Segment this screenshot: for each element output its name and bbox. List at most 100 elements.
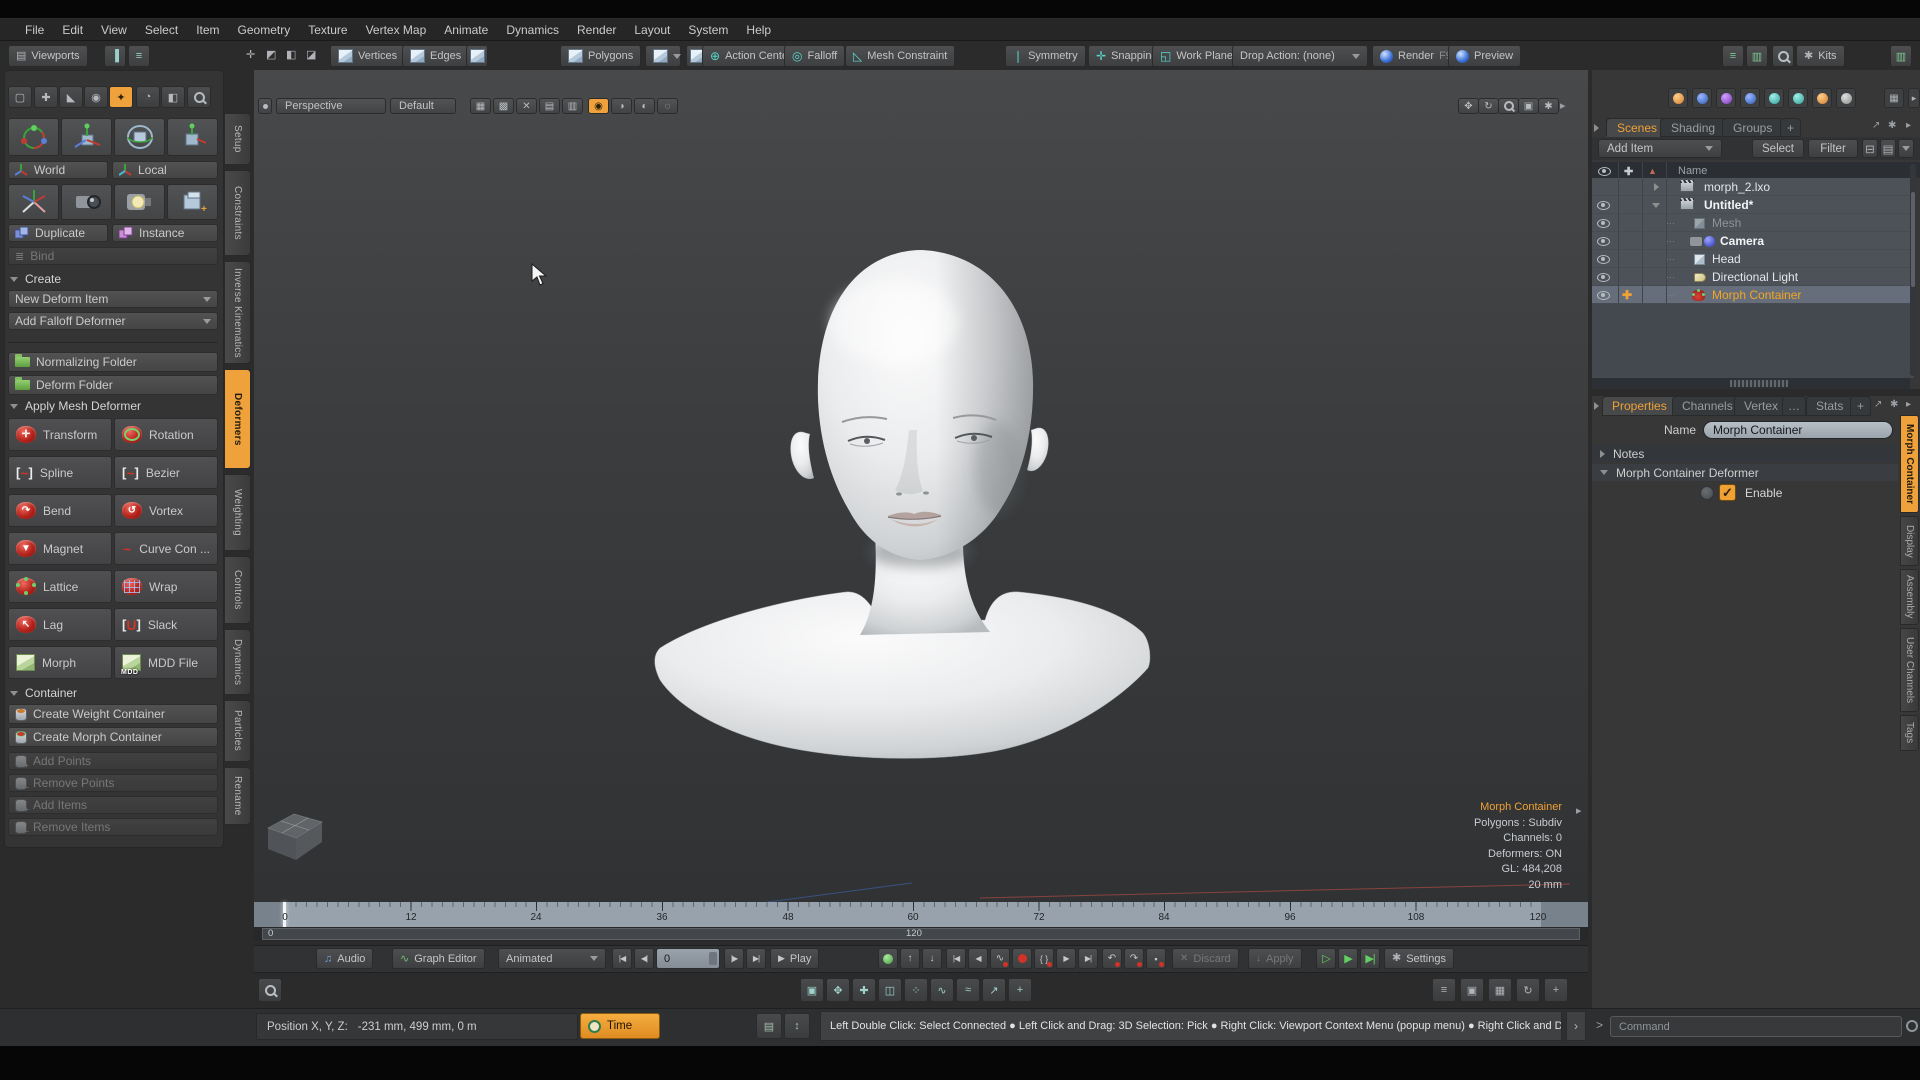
viewport-mode-dropdown[interactable]: Perspective <box>276 98 386 114</box>
mesh-ops-icon[interactable]: ▢ <box>8 86 32 108</box>
wrap-deformer-button[interactable]: Wrap <box>114 570 218 603</box>
menu-render[interactable]: Render <box>568 19 625 40</box>
next-frame-key-button[interactable]: ▶ <box>1056 948 1076 969</box>
notes-section[interactable]: Notes <box>1592 445 1898 462</box>
skeleton-tool-icon[interactable]: ✦ <box>109 86 133 108</box>
visibility-icon[interactable] <box>1597 290 1610 300</box>
symmetry-button[interactable]: ❘ Symmetry <box>1005 45 1086 67</box>
collapse-icon[interactable] <box>1652 202 1660 208</box>
shading-default-icon[interactable]: ◉ <box>588 98 609 114</box>
env-ball-icon[interactable] <box>1716 88 1736 108</box>
tab-overflow[interactable]: … <box>1782 396 1806 416</box>
timeline-range-bar[interactable]: 0 120 <box>254 927 1588 941</box>
tab-stats[interactable]: Stats <box>1806 396 1854 416</box>
panel-arrow-icon[interactable]: ▸ <box>1906 120 1911 131</box>
vtab-user-channels[interactable]: User Channels <box>1900 628 1919 712</box>
snap-points-icon[interactable]: ⁘ <box>904 978 928 1002</box>
enable-channel-dot[interactable] <box>1700 486 1714 500</box>
add-item-icon[interactable]: ✚ <box>34 86 58 108</box>
tab-groups[interactable]: Groups <box>1722 118 1784 137</box>
tab-constraints[interactable]: Constraints <box>224 170 251 256</box>
magnify-icon[interactable] <box>187 86 211 108</box>
vertices-mode-button[interactable]: Vertices <box>330 45 406 67</box>
rotation-deformer-button[interactable]: Rotation <box>114 418 218 451</box>
key-channels-button[interactable]: ∿ <box>990 948 1010 969</box>
morph-container-deformer-section[interactable]: Morph Container Deformer <box>1592 464 1898 481</box>
rotate-gizmo-button[interactable] <box>8 118 59 156</box>
drop-action-dropdown[interactable]: Drop Action: (none) <box>1232 45 1368 67</box>
menu-edit[interactable]: Edit <box>53 19 92 40</box>
tree-row-directional-light[interactable]: ⋯ Directional Light <box>1592 268 1914 286</box>
command-input[interactable]: Command <box>1610 1016 1902 1037</box>
palette-icon[interactable] <box>1668 88 1688 108</box>
expand-panel-icon[interactable]: ↗ <box>1872 120 1880 131</box>
layers-icon[interactable]: ▣ <box>1460 978 1484 1002</box>
menu-system[interactable]: System <box>679 19 737 40</box>
viewports-button[interactable]: ▤ Viewports <box>8 45 88 67</box>
falloff-button[interactable]: ◎ Falloff <box>784 45 846 67</box>
prev-key-button[interactable]: |◀ <box>946 948 966 969</box>
menu-help[interactable]: Help <box>737 19 780 40</box>
container-section-header[interactable]: Container <box>10 686 77 700</box>
record-button[interactable] <box>1012 948 1032 969</box>
menu-select[interactable]: Select <box>136 19 187 40</box>
tab-deformers[interactable]: Deformers <box>224 369 251 469</box>
playback-mode-dropdown[interactable]: Animated <box>498 948 606 969</box>
menu-file[interactable]: File <box>16 19 53 40</box>
expand-panel-icon[interactable]: ↗ <box>1874 399 1882 410</box>
list-view-icon[interactable]: ≡ <box>1432 978 1456 1002</box>
deform-folder-button[interactable]: Deform Folder <box>8 375 218 395</box>
add-falloff-deformer-dropdown[interactable]: Add Falloff Deformer <box>8 312 218 330</box>
undo-key-button[interactable]: ↶ <box>1102 948 1122 969</box>
auto-key-button[interactable]: { } <box>1034 948 1054 969</box>
gear-icon[interactable]: ✱ <box>1890 399 1898 410</box>
tab-weighting[interactable]: Weighting <box>224 474 251 551</box>
teal-tool2-icon[interactable] <box>1788 88 1808 108</box>
sphere-gizmo-button[interactable] <box>114 118 165 156</box>
tab-add-property[interactable]: + <box>1850 396 1872 416</box>
tab-inverse-kinematics[interactable]: Inverse Kinematics <box>224 261 251 364</box>
play-forward-button[interactable]: ▶ <box>1338 948 1358 969</box>
tree-row-head[interactable]: ⋯ Head <box>1592 250 1914 268</box>
command-history-icon[interactable] <box>1906 1020 1918 1032</box>
edges-mode-button[interactable]: Edges <box>402 45 470 67</box>
snap-grid-icon[interactable]: ▣ <box>800 978 824 1002</box>
redo-key-button[interactable]: ↷ <box>1124 948 1144 969</box>
viewport-gear-icon[interactable]: ✱ <box>1538 98 1559 114</box>
viewport-expand-icon[interactable]: ▸ <box>1560 99 1566 112</box>
normalizing-folder-button[interactable]: Normalizing Folder <box>8 352 218 372</box>
scale-gizmo-button[interactable] <box>167 118 218 156</box>
push-action-up-button[interactable]: ↑ <box>900 948 920 969</box>
visibility-icon[interactable] <box>1597 236 1610 246</box>
snap-pen-icon[interactable]: ↗ <box>982 978 1006 1002</box>
collapse-left-icon[interactable] <box>1594 124 1599 132</box>
stamp-icon[interactable]: ◧ <box>161 86 185 108</box>
vortex-deformer-button[interactable]: ↺ Vortex <box>114 494 218 527</box>
vtab-morph-container[interactable]: Morph Container <box>1900 415 1919 513</box>
clock-icon[interactable]: ◔ <box>136 86 160 108</box>
graph-editor-button[interactable]: ∿ Graph Editor <box>392 948 485 969</box>
move-gizmo-button[interactable] <box>61 118 112 156</box>
vtab-assembly[interactable]: Assembly <box>1900 569 1919 625</box>
add-light-button[interactable] <box>114 184 165 220</box>
collapse-all-icon[interactable]: ⊟ <box>1862 139 1878 158</box>
gray-tool-icon[interactable] <box>1836 88 1856 108</box>
paint-tool-icon[interactable]: ◉ <box>84 86 108 108</box>
viewport-menu-dot-icon[interactable] <box>258 98 272 114</box>
snap-box-icon[interactable]: ◫ <box>878 978 902 1002</box>
select-through-icon[interactable]: ◧ <box>286 50 296 61</box>
tab-shading[interactable]: Shading <box>1660 118 1727 137</box>
play-to-end-button[interactable]: ▶| <box>1360 948 1380 969</box>
tree-horizontal-scrollbar[interactable] <box>1592 378 1910 389</box>
enable-checkbox[interactable]: ✓ <box>1719 484 1736 501</box>
items-mode-icon[interactable] <box>466 45 488 67</box>
close-view-icon[interactable]: ✕ <box>516 98 537 114</box>
shading-wireframe-icon[interactable]: ◌ <box>657 98 678 114</box>
menu-layout[interactable]: Layout <box>625 19 679 40</box>
world-axis-button[interactable]: World <box>8 161 108 179</box>
timeline-ruler[interactable]: 0 12 24 36 48 60 72 84 96 108 120 <box>254 902 1588 927</box>
hints-more-button[interactable]: › <box>1566 1011 1586 1041</box>
visibility-icon[interactable] <box>1597 200 1610 210</box>
expand-icon[interactable] <box>1654 183 1659 191</box>
grid-toggle-icon[interactable]: ▦ <box>470 98 491 114</box>
